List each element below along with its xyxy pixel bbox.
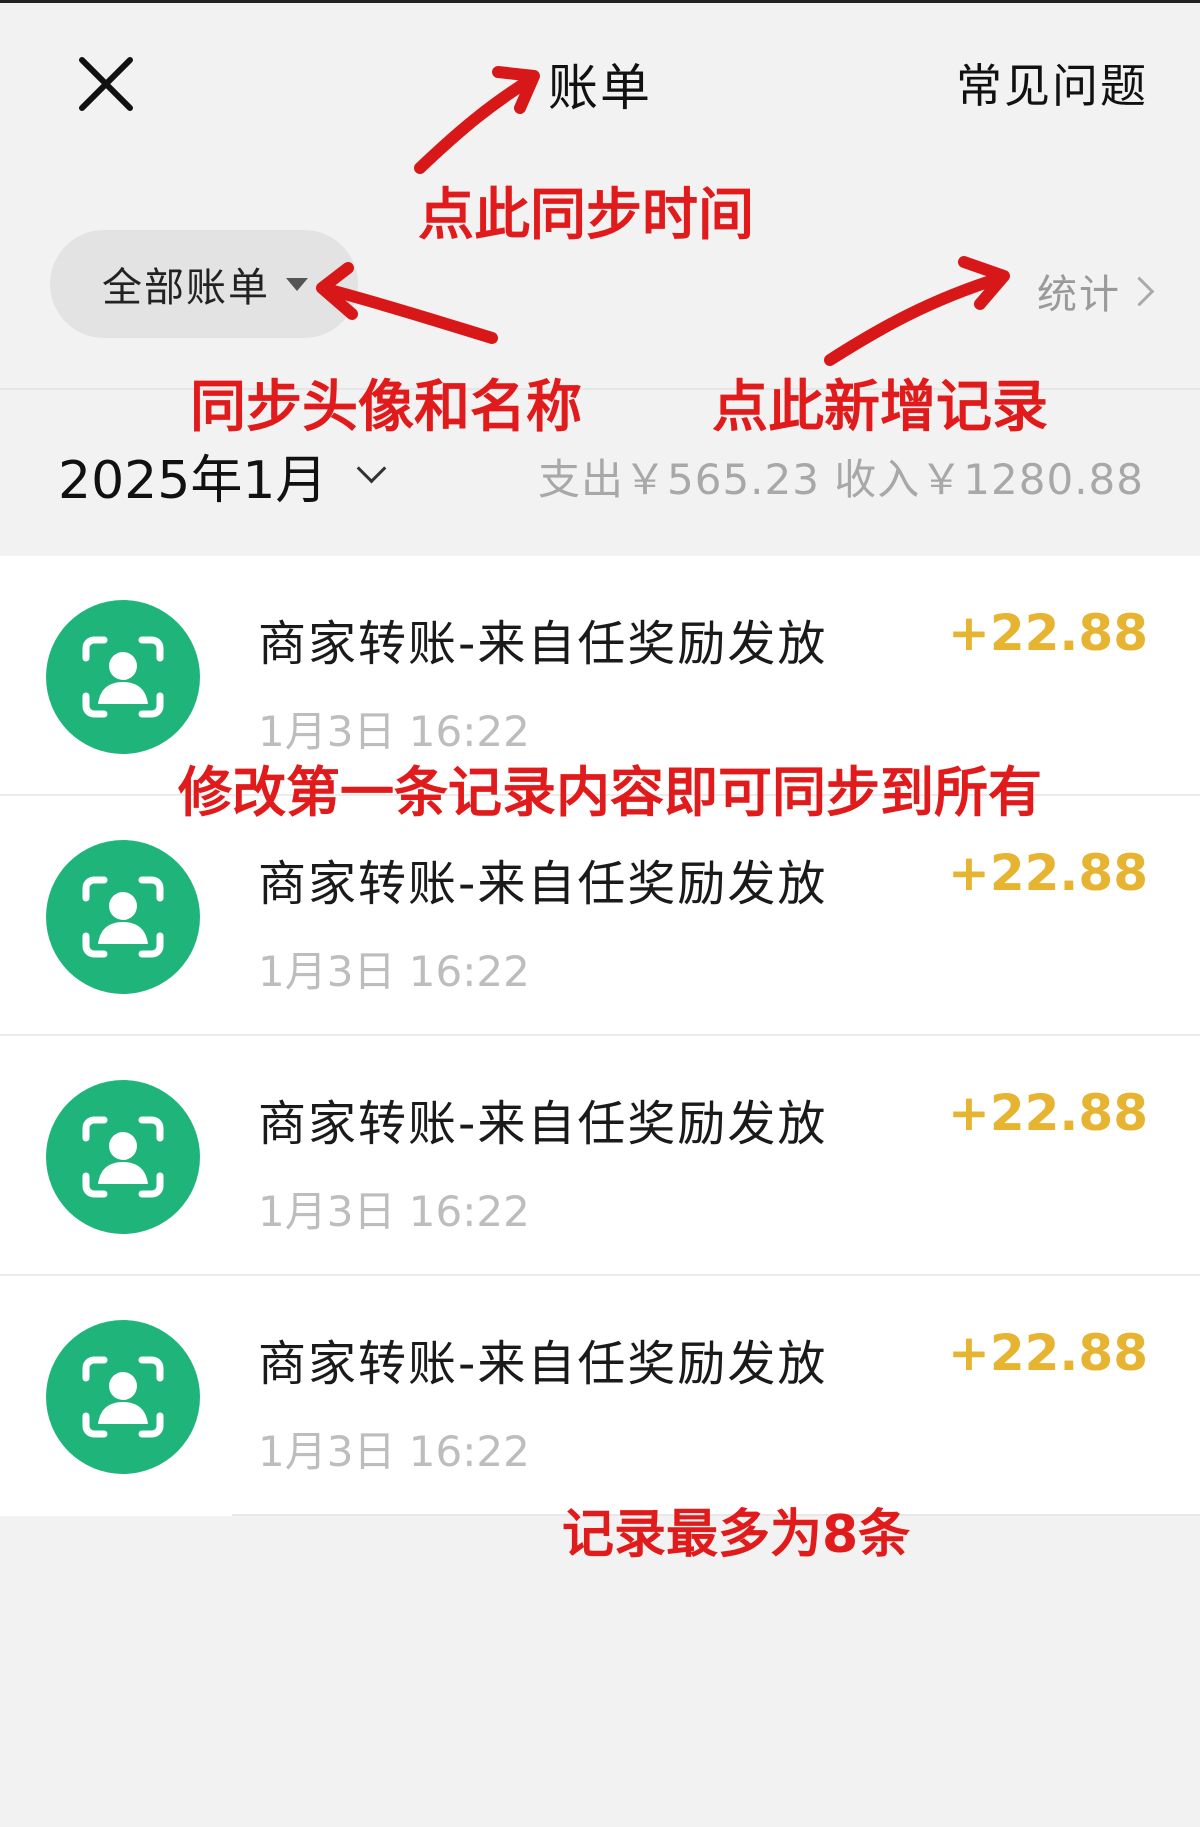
transaction-time: 1月3日 16:22: [258, 947, 530, 996]
month-selector[interactable]: 2025年1月: [58, 438, 387, 513]
transaction-amount: +22.88: [947, 844, 1148, 902]
chevron-right-icon: [1124, 276, 1155, 306]
merchant-avatar: [46, 1080, 200, 1234]
transaction-row[interactable]: 商家转账-来自任奖励发放 1月3日 16:22 +22.88: [0, 1036, 1200, 1276]
transaction-title: 商家转账-来自任奖励发放: [258, 1336, 828, 1392]
arrow-head-title: [492, 66, 540, 114]
transaction-amount: +22.88: [947, 1084, 1148, 1142]
month-summary: 支出￥565.23 收入￥1280.88: [538, 455, 1144, 504]
arrow-to-title: [414, 74, 536, 174]
transaction-row[interactable]: 商家转账-来自任奖励发放 1月3日 16:22 +22.88: [0, 796, 1200, 1036]
transaction-time: 1月3日 16:22: [258, 1187, 530, 1236]
transaction-amount: +22.88: [947, 1324, 1148, 1382]
annotation-add-record: 点此新增记录: [712, 375, 1048, 440]
transaction-title: 商家转账-来自任奖励发放: [258, 616, 828, 672]
annotation-sync-time: 点此同步时间: [418, 183, 754, 248]
transaction-time: 1月3日 16:22: [258, 1427, 530, 1476]
chevron-down-icon: [357, 453, 387, 484]
stats-label: 统计: [1037, 272, 1121, 318]
transaction-row[interactable]: 商家转账-来自任奖励发放 1月3日 16:22 +22.88: [0, 1276, 1200, 1516]
transaction-title: 商家转账-来自任奖励发放: [258, 856, 828, 912]
top-border: [0, 0, 1200, 3]
merchant-avatar: [46, 1320, 200, 1474]
faq-link[interactable]: 常见问题: [956, 50, 1148, 116]
merchant-avatar: [46, 840, 200, 994]
person-scan-icon: [82, 636, 164, 718]
stats-link[interactable]: 统计: [1037, 262, 1155, 320]
close-button[interactable]: [74, 52, 138, 116]
month-label: 2025年1月: [58, 451, 328, 511]
close-icon: [79, 57, 133, 111]
annotation-max-records: 记录最多为8条: [562, 1505, 911, 1565]
bill-filter-button[interactable]: 全部账单: [50, 230, 358, 338]
merchant-avatar: [46, 600, 200, 754]
page-title[interactable]: 账单: [548, 48, 652, 120]
arrow-head-stats: [958, 256, 1010, 310]
arrow-to-stats: [824, 272, 1006, 366]
person-scan-icon: [82, 1116, 164, 1198]
bill-filter-label: 全部账单: [102, 265, 270, 311]
transaction-title: 商家转账-来自任奖励发放: [258, 1096, 828, 1152]
transaction-list: 商家转账-来自任奖励发放 1月3日 16:22 +22.88 商家转账-来自任奖…: [0, 556, 1200, 1516]
annotation-sync-avatar: 同步头像和名称: [190, 375, 582, 440]
person-scan-icon: [82, 1356, 164, 1438]
transaction-amount: +22.88: [947, 604, 1148, 662]
caret-down-icon: [286, 277, 308, 291]
annotation-edit-first: 修改第一条记录内容即可同步到所有: [178, 761, 1042, 824]
person-scan-icon: [82, 876, 164, 958]
